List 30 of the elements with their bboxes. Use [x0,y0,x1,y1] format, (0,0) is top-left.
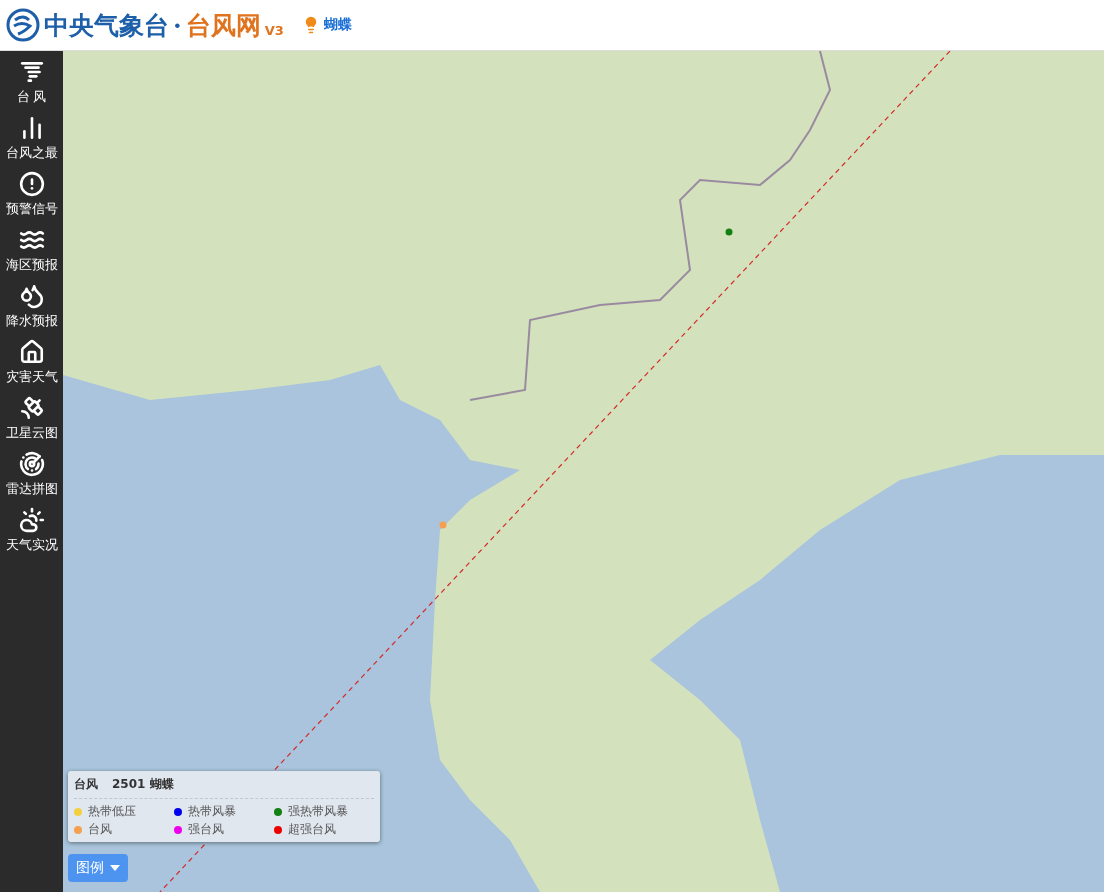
legend-label: 热带低压 [88,803,136,820]
satellite-icon [18,395,45,421]
sidebar-item[interactable]: 天气实况 [0,505,63,558]
legend-label: 强热带风暴 [288,803,348,820]
sidebar-item[interactable]: 海区预报 [0,225,63,278]
legend-typhoon-name: 2501 蝴蝶 [112,776,174,793]
radar-icon [18,451,45,477]
legend-label: 超强台风 [288,821,336,838]
version-label: V3 [264,23,284,38]
site-title: 中央气象台 [44,9,169,42]
sidebar-item[interactable]: 灾害天气 [0,337,63,390]
house-icon [18,339,45,365]
sidebar-item[interactable]: 雷达拼图 [0,449,63,502]
legend-label: 强台风 [188,821,224,838]
sidebar-item[interactable]: 预警信号 [0,169,63,222]
logo-icon [6,8,40,42]
sidebar-item[interactable]: 台风之最 [0,113,63,166]
legend-category: 台风 [74,776,98,793]
caret-icon [110,865,120,871]
sidebar-item[interactable]: 台 风 [0,57,63,110]
alert-icon [18,171,45,197]
legend-label: 热带风暴 [188,803,236,820]
title-separator: · [173,10,182,40]
sidebar-item[interactable]: 卫星云图 [0,393,63,446]
site-subtitle: 台风网 [185,9,261,42]
cloud-sun-icon [18,507,45,533]
typhoon-link[interactable]: 蝴蝶 [323,16,352,34]
sidebar-item[interactable]: 降水预报 [0,281,63,334]
droplets-icon [18,283,45,309]
legend-label: 台风 [88,821,112,838]
